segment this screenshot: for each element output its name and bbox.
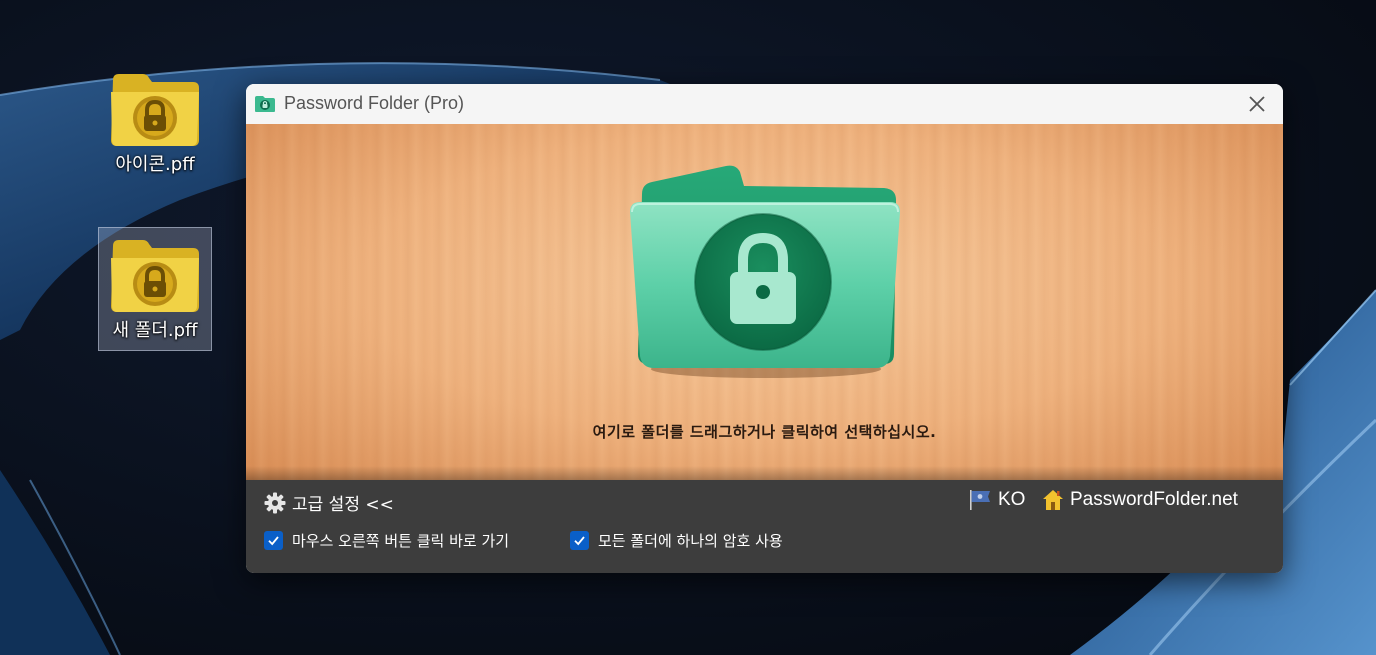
advanced-settings-label: 고급 설정 << — [292, 495, 394, 515]
website-link[interactable]: PasswordFolder.net — [1042, 489, 1238, 511]
checkmark-icon — [268, 536, 279, 546]
drop-instruction-text: 여기로 폴더를 드래그하거나 클릭하여 선택하십시오. — [592, 423, 937, 441]
single-password-checkbox[interactable] — [570, 531, 589, 550]
option-label: 모든 폴더에 하나의 암호 사용 — [598, 532, 783, 550]
gear-icon — [264, 492, 286, 513]
close-icon — [1249, 96, 1265, 112]
locked-folder-icon — [111, 240, 199, 312]
home-icon — [1043, 490, 1063, 510]
folder-drop-zone[interactable]: 여기로 폴더를 드래그하거나 클릭하여 선택하십시오. — [246, 124, 1283, 480]
app-icon — [255, 96, 275, 112]
single-password-option[interactable]: 모든 폴더에 하나의 암호 사용 — [570, 530, 783, 551]
language-code: KO — [998, 489, 1026, 510]
language-selector[interactable]: KO — [968, 489, 1025, 511]
green-locked-folder-icon — [630, 165, 900, 378]
app-window: Password Folder (Pro) 여기로 폴더를 드래그하거나 클릭하… — [246, 84, 1283, 573]
advanced-settings-toggle[interactable]: 고급 설정 << — [264, 490, 394, 515]
title-bar[interactable]: Password Folder (Pro) — [246, 84, 1283, 125]
desktop-icon-label: 새 폴더.pff — [112, 320, 198, 341]
settings-panel: 고급 설정 << KO PasswordFolder.net 마우스 오른쪽 버… — [246, 480, 1283, 573]
window-title: Password Folder (Pro) — [284, 93, 465, 113]
right-click-shortcut-option[interactable]: 마우스 오른쪽 버튼 클릭 바로 가기 — [264, 530, 509, 551]
close-button[interactable] — [1241, 89, 1273, 119]
desktop-icon-2[interactable]: 새 폴더.pff — [98, 227, 212, 351]
option-label: 마우스 오른쪽 버튼 클릭 바로 가기 — [292, 532, 510, 550]
locked-folder-icon — [111, 74, 199, 146]
flag-icon — [970, 490, 990, 510]
checkmark-icon — [574, 536, 585, 546]
right-click-shortcut-checkbox[interactable] — [264, 531, 283, 550]
desktop-icon-label: 아이콘.pff — [115, 154, 195, 175]
desktop-icon-1[interactable]: 아이콘.pff — [98, 62, 212, 176]
website-label: PasswordFolder.net — [1070, 489, 1238, 510]
